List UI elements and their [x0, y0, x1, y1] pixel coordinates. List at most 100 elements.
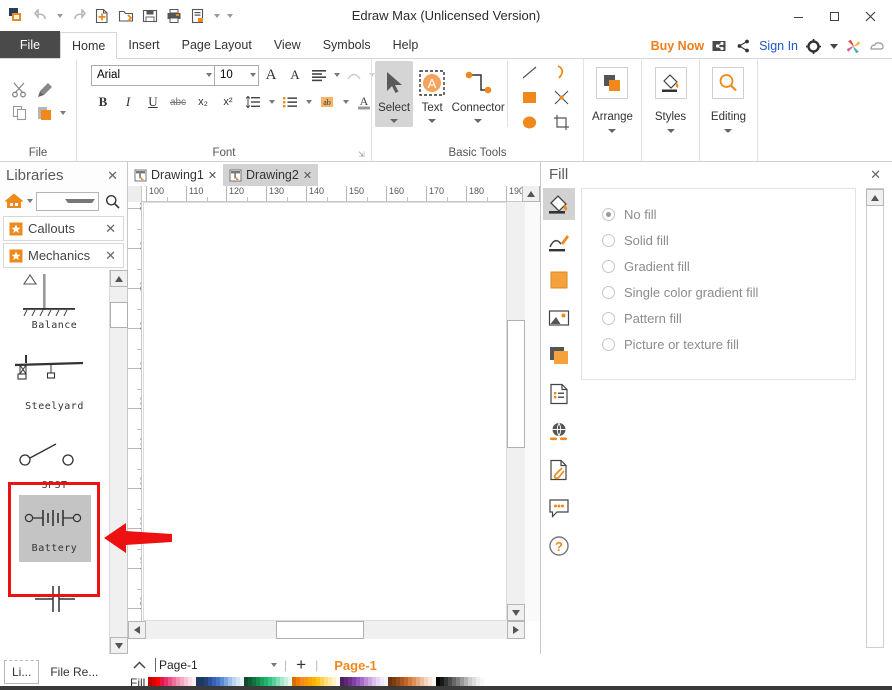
- add-page-button[interactable]: +: [291, 655, 311, 675]
- font-dialog-launcher[interactable]: ⇲: [358, 150, 367, 159]
- bottom-tab-file-recovery[interactable]: File Re...: [43, 660, 105, 684]
- undo-dropdown-caret[interactable]: [54, 5, 65, 27]
- fill-option-solid-fill[interactable]: Solid fill: [602, 227, 855, 253]
- bottom-tab-libraries[interactable]: Li...: [4, 660, 39, 684]
- strikethrough-button[interactable]: abc: [166, 91, 190, 113]
- canvas-vertical-scrollbar[interactable]: [507, 202, 525, 621]
- superscript-button[interactable]: x²: [216, 91, 240, 113]
- font-family-select[interactable]: Arial: [91, 65, 215, 86]
- select-tool-caret[interactable]: [390, 114, 398, 127]
- open-file-icon[interactable]: [115, 5, 137, 27]
- canvas-scroll-up-button[interactable]: [522, 186, 540, 202]
- cloud-icon[interactable]: [869, 38, 886, 55]
- drawing-page[interactable]: [143, 202, 507, 621]
- fill-option-solid-fill-radio[interactable]: [602, 234, 615, 247]
- library-shape-balance[interactable]: Balance: [0, 270, 109, 335]
- print-icon[interactable]: [163, 5, 185, 27]
- highlight-icon[interactable]: ab: [315, 91, 339, 113]
- export-dropdown-caret[interactable]: [211, 5, 222, 27]
- bullet-list-icon[interactable]: [278, 91, 302, 113]
- line-spacing-icon[interactable]: [241, 91, 265, 113]
- save-icon[interactable]: [139, 5, 161, 27]
- paste-button[interactable]: [33, 102, 57, 124]
- export-icon[interactable]: [187, 5, 209, 27]
- maximize-button[interactable]: [816, 3, 852, 29]
- line-icon[interactable]: [518, 61, 540, 83]
- edraw-cross-icon[interactable]: [845, 38, 862, 55]
- underline-button[interactable]: U: [141, 91, 165, 113]
- menu-tab-symbols[interactable]: Symbols: [312, 31, 382, 58]
- library-scroll-thumb[interactable]: [110, 302, 128, 328]
- page-selector[interactable]: Page-1: [152, 656, 280, 675]
- italic-button[interactable]: I: [116, 91, 140, 113]
- shrink-font-button[interactable]: A: [283, 64, 307, 86]
- line-style-icon[interactable]: [543, 226, 575, 258]
- menu-file[interactable]: File: [0, 31, 60, 58]
- line-spacing-caret[interactable]: [266, 91, 277, 113]
- fill-option-pattern-fill[interactable]: Pattern fill: [602, 305, 855, 331]
- canvas-scroll-right-button[interactable]: [507, 621, 525, 639]
- fill-option-picture-or-texture-fill-radio[interactable]: [602, 338, 615, 351]
- library-category-callouts[interactable]: Callouts ✕: [3, 216, 124, 241]
- library-shape-steelyard[interactable]: Steelyard: [0, 335, 109, 416]
- document-tab-drawing1-close-icon[interactable]: ✕: [208, 169, 217, 182]
- text-tool-button[interactable]: A Text: [413, 61, 451, 127]
- styles-caret[interactable]: [667, 129, 675, 133]
- canvas-vscroll-thumb[interactable]: [507, 320, 525, 448]
- document-tab-drawing2[interactable]: Drawing2 ✕: [223, 164, 318, 186]
- document-tab-drawing2-close-icon[interactable]: ✕: [303, 169, 312, 182]
- settings-gear-icon[interactable]: [805, 38, 822, 55]
- buy-now-link[interactable]: Buy Now: [651, 39, 704, 53]
- rectangle-icon[interactable]: [518, 86, 540, 108]
- help-icon[interactable]: ?: [543, 530, 575, 562]
- fill-option-no-fill[interactable]: No fill: [602, 201, 855, 227]
- fill-scroll-up-button[interactable]: [866, 189, 884, 206]
- close-button[interactable]: [852, 3, 888, 29]
- minimize-button[interactable]: [780, 3, 816, 29]
- crop-icon[interactable]: [550, 111, 572, 133]
- shadow-shape-icon[interactable]: [543, 340, 575, 372]
- vertical-ruler[interactable]: 5060708090100110120130140150160: [128, 202, 142, 621]
- bullet-list-caret[interactable]: [303, 91, 314, 113]
- cut-button[interactable]: [8, 79, 32, 101]
- library-shape-spst[interactable]: [0, 416, 109, 474]
- horizontal-ruler[interactable]: 100110120130140150160170180190: [128, 186, 540, 202]
- cross-icon[interactable]: [550, 86, 572, 108]
- menu-tab-help[interactable]: Help: [382, 31, 430, 58]
- fill-option-picture-or-texture-fill[interactable]: Picture or texture fill: [602, 331, 855, 357]
- library-scrollbar[interactable]: [109, 270, 127, 654]
- arrange-icon[interactable]: [596, 67, 628, 99]
- customize-qat-caret[interactable]: [224, 5, 235, 27]
- text-tool-caret[interactable]: [428, 114, 436, 127]
- library-scroll-up-button[interactable]: [110, 270, 128, 287]
- curve-icon[interactable]: [342, 64, 366, 86]
- canvas-scroll-down-button[interactable]: [507, 604, 525, 621]
- edraw-logo-icon[interactable]: [6, 5, 28, 27]
- fill-option-gradient-fill[interactable]: Gradient fill: [602, 253, 855, 279]
- fill-option-pattern-fill-radio[interactable]: [602, 312, 615, 325]
- ruler-corner[interactable]: [128, 186, 142, 202]
- subscript-button[interactable]: x₂: [191, 91, 215, 113]
- copy-button[interactable]: [8, 102, 32, 124]
- fill-panel-scrollbar[interactable]: [866, 188, 884, 648]
- grow-font-button[interactable]: A: [259, 64, 283, 86]
- connector-tool-button[interactable]: Connector: [451, 61, 505, 127]
- page-collapse-icon[interactable]: [130, 655, 148, 675]
- editing-caret[interactable]: [724, 129, 732, 133]
- share-network-icon[interactable]: [735, 38, 752, 55]
- bold-button[interactable]: B: [91, 91, 115, 113]
- format-painter-button[interactable]: [33, 79, 57, 101]
- menu-tab-page-layout[interactable]: Page Layout: [171, 31, 263, 58]
- fill-panel-close-icon[interactable]: ✕: [867, 166, 884, 183]
- connector-tool-caret[interactable]: [474, 114, 482, 127]
- menu-tab-home[interactable]: Home: [60, 32, 117, 59]
- library-shape-capacitor[interactable]: [0, 566, 109, 620]
- picture-fill-icon[interactable]: [543, 302, 575, 334]
- document-tab-drawing1[interactable]: Drawing1 ✕: [128, 164, 223, 186]
- home-dropdown-caret[interactable]: [27, 199, 33, 203]
- fill-option-single-color-gradient-fill[interactable]: Single color gradient fill: [602, 279, 855, 305]
- new-file-icon[interactable]: [91, 5, 113, 27]
- comment-icon[interactable]: [543, 492, 575, 524]
- library-category-callouts-close-icon[interactable]: ✕: [102, 220, 119, 237]
- share-folder-icon[interactable]: [711, 38, 728, 55]
